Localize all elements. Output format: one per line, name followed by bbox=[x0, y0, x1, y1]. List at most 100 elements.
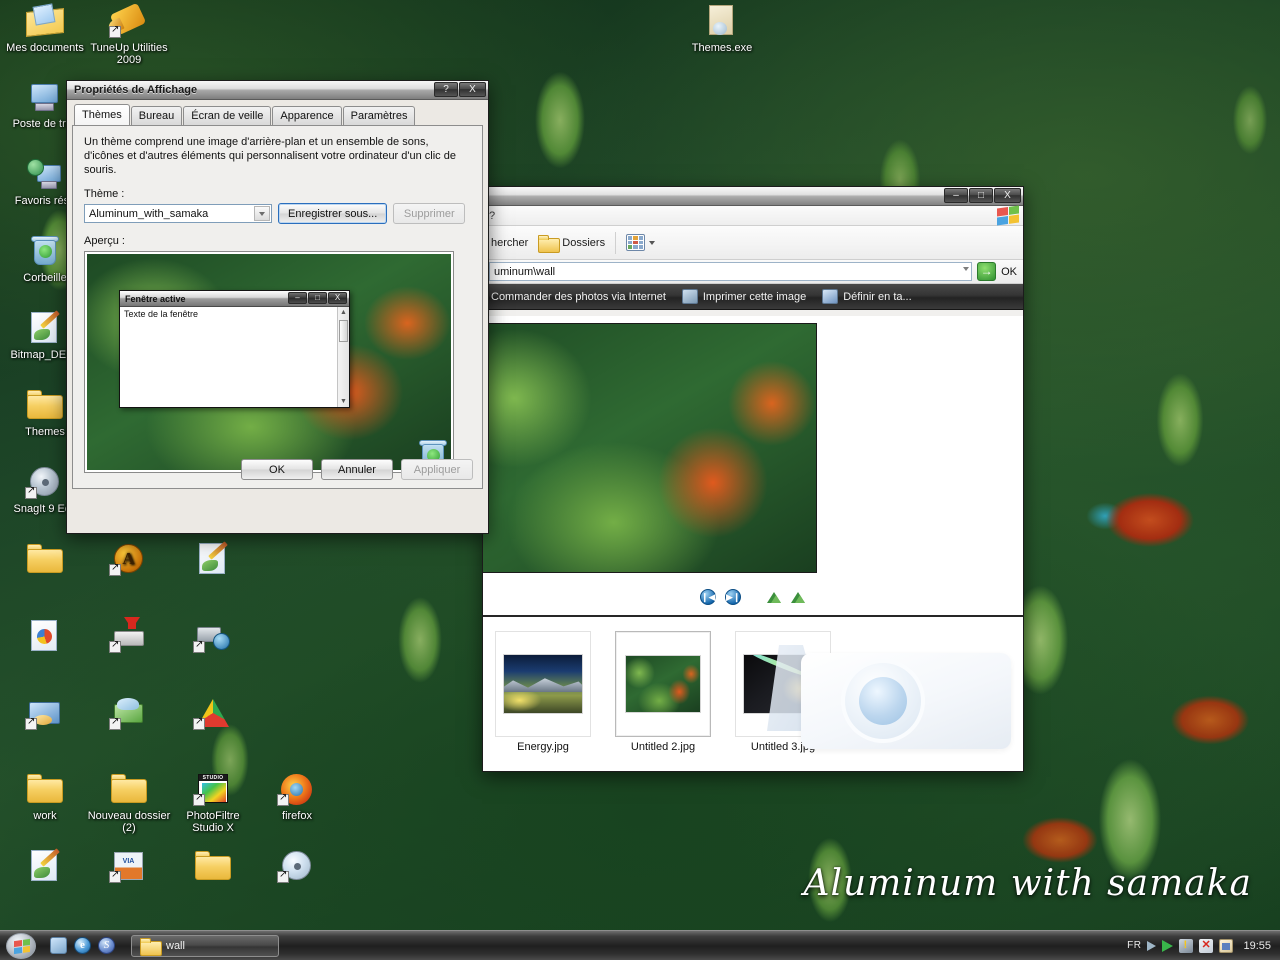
explorer-titlebar[interactable]: – □ X bbox=[483, 187, 1023, 206]
dialog-footer: OK Annuler Appliquer bbox=[241, 459, 473, 480]
desktop-icon-printer-network-icon[interactable] bbox=[170, 617, 256, 657]
shortcut-badge-icon bbox=[25, 716, 37, 730]
save-as-button[interactable]: Enregistrer sous... bbox=[278, 203, 388, 224]
preview-close-icon: X bbox=[328, 292, 347, 304]
explorer-toolbar[interactable]: hercher Dossiers bbox=[483, 226, 1023, 260]
taskpane-item-1[interactable]: Imprimer cette image bbox=[681, 289, 806, 304]
previous-image-button[interactable]: ❙◀ bbox=[700, 589, 716, 605]
desktop-icon-folder-icon[interactable]: Nouveau dossier (2) bbox=[86, 770, 172, 834]
search-button[interactable]: hercher bbox=[491, 237, 528, 249]
chevron-down-icon[interactable] bbox=[963, 267, 970, 271]
maximize-button[interactable]: □ bbox=[969, 188, 993, 203]
thumbnail-item[interactable]: Untitled 3.jpg bbox=[735, 631, 831, 771]
close-button[interactable]: X bbox=[994, 188, 1021, 203]
show-desktop-icon[interactable] bbox=[50, 937, 67, 954]
clock[interactable]: 19:55 bbox=[1243, 940, 1271, 952]
taskpane-item-0[interactable]: Commander des photos via Internet bbox=[491, 291, 666, 303]
ok-button[interactable]: OK bbox=[241, 459, 313, 480]
menu-item-help[interactable]: ? bbox=[489, 210, 495, 222]
preview-maximize-icon: □ bbox=[308, 292, 327, 304]
display-properties-dialog[interactable]: Propriétés de Affichage ? X Thèmes Bureau… bbox=[66, 80, 489, 534]
desktop-icon-firefox-icon[interactable]: firefox bbox=[254, 770, 340, 822]
quick-launch-bar[interactable]: eS bbox=[50, 937, 115, 954]
hidden-arrow-icon[interactable] bbox=[1147, 940, 1157, 951]
desktop-icon-via-driver-icon[interactable] bbox=[86, 847, 172, 887]
desktop-icon-download-manager-icon[interactable] bbox=[86, 617, 172, 657]
desktop-icon-my-documents-icon[interactable]: Mes documents bbox=[2, 2, 88, 54]
folder-icon bbox=[538, 234, 561, 253]
desktop-icon-label: Themes.exe bbox=[691, 42, 753, 54]
folders-button[interactable]: Dossiers bbox=[538, 234, 606, 253]
ok-link[interactable]: OK bbox=[1001, 266, 1017, 278]
taskbar-button-wall[interactable]: wall bbox=[131, 934, 279, 957]
help-button[interactable]: ? bbox=[434, 82, 458, 97]
explorer-menubar[interactable]: ? bbox=[483, 205, 1023, 226]
shortcut-badge-icon bbox=[109, 24, 121, 38]
desktop-icon-tuneup-utilities-icon[interactable]: TuneUp Utilities 2009 bbox=[86, 2, 172, 66]
desktop-icon-image-editor-icon[interactable] bbox=[170, 540, 256, 580]
thumbnail-box[interactable] bbox=[495, 631, 591, 737]
explorer-addressbar[interactable]: uminum\wall → OK bbox=[483, 260, 1023, 284]
chevron-down-icon[interactable] bbox=[649, 240, 656, 245]
dialog-titlebar[interactable]: Propriétés de Affichage ? X bbox=[67, 81, 488, 100]
dictionary-icon[interactable] bbox=[1219, 938, 1234, 953]
tab-bureau[interactable]: Bureau bbox=[130, 106, 183, 125]
folders-label: Dossiers bbox=[562, 236, 606, 249]
cancel-button[interactable]: Annuler bbox=[321, 459, 393, 480]
desktop-icon-image-editor-icon[interactable] bbox=[2, 847, 88, 887]
taskbar[interactable]: eS wall FR 19:55 bbox=[0, 930, 1280, 960]
tab-param-tres[interactable]: Paramètres bbox=[342, 106, 416, 125]
desktop-icon-cd-burner-icon[interactable] bbox=[254, 847, 340, 887]
thumbnail-box[interactable] bbox=[735, 631, 831, 737]
next-image-button[interactable]: ▶❙ bbox=[725, 589, 741, 605]
theme-selected-value: Aluminum_with_samaka bbox=[89, 207, 209, 220]
desktop-icon-triangle-app-icon[interactable] bbox=[170, 694, 256, 734]
system-tray[interactable]: FR 19:55 bbox=[1127, 938, 1280, 953]
task-buttons[interactable]: wall bbox=[131, 934, 279, 957]
close-button[interactable]: X bbox=[459, 82, 486, 97]
desktop-icon-media-card-icon[interactable] bbox=[2, 694, 88, 734]
thumbnail-item[interactable]: Untitled 2.jpg bbox=[615, 631, 711, 771]
tab-cran-de-veille[interactable]: Écran de veille bbox=[183, 106, 272, 125]
thumbnail-strip[interactable]: Energy.jpg Untitled 2.jpg Untitled 3.jpg bbox=[483, 615, 1023, 771]
zoom-out-icon[interactable] bbox=[767, 590, 782, 604]
desktop-icon-presentation-file-icon[interactable] bbox=[2, 617, 88, 657]
desktop-icon-app-a-icon[interactable] bbox=[86, 540, 172, 580]
desktop-icon-folder-icon[interactable] bbox=[170, 847, 256, 887]
thumbnail-box[interactable] bbox=[615, 631, 711, 737]
security-shield-icon[interactable] bbox=[1199, 938, 1214, 953]
zoom-in-icon[interactable] bbox=[791, 590, 806, 604]
desktop-icon-folder-icon[interactable]: work bbox=[2, 770, 88, 822]
image-navigation-bar[interactable]: ❙◀ ▶❙ bbox=[483, 581, 1023, 613]
taskpane-item-2[interactable]: Définir en ta... bbox=[822, 289, 912, 304]
dialog-title: Propriétés de Affichage bbox=[74, 84, 198, 96]
internet-explorer-icon[interactable]: e bbox=[74, 937, 91, 954]
warning-icon[interactable] bbox=[1179, 938, 1194, 953]
dialog-tabs[interactable]: Thèmes Bureau Écran de veille Apparence Para… bbox=[72, 104, 483, 126]
delete-button: Supprimer bbox=[393, 203, 466, 224]
media-play-icon[interactable] bbox=[1162, 939, 1174, 952]
image-preview[interactable] bbox=[483, 323, 817, 573]
tab-th-mes[interactable]: Thèmes bbox=[74, 104, 130, 125]
desktop-icon-fish-box-icon[interactable] bbox=[86, 694, 172, 734]
go-button[interactable]: → bbox=[977, 262, 997, 281]
minimize-button[interactable]: – bbox=[944, 188, 968, 203]
explorer-task-pane[interactable]: Commander des photos via Internet Imprime… bbox=[483, 284, 1023, 310]
language-indicator[interactable]: FR bbox=[1127, 940, 1141, 951]
my-documents-icon bbox=[25, 2, 65, 40]
desktop-icon-photofiltre-studio-icon[interactable]: STUDIOPhotoFiltre Studio X bbox=[170, 770, 256, 834]
desktop-icon-label: TuneUp Utilities 2009 bbox=[90, 42, 168, 66]
skype-icon[interactable]: S bbox=[98, 937, 115, 954]
address-input[interactable]: uminum\wall bbox=[489, 262, 973, 281]
desktop-icon-executable-icon[interactable]: Themes.exe bbox=[679, 2, 765, 54]
desktop-icon-label: PhotoFiltre Studio X bbox=[186, 810, 240, 834]
image-editor-icon bbox=[193, 540, 233, 578]
theme-dropdown[interactable]: Aluminum_with_samaka bbox=[84, 204, 272, 223]
thumbnail-item[interactable]: Energy.jpg bbox=[495, 631, 591, 771]
views-button[interactable] bbox=[626, 234, 656, 251]
chevron-down-icon[interactable] bbox=[254, 206, 270, 221]
desktop-icon-folder-icon[interactable] bbox=[2, 540, 88, 580]
tab-apparence[interactable]: Apparence bbox=[272, 106, 342, 125]
start-button[interactable] bbox=[6, 932, 36, 959]
explorer-window[interactable]: – □ X ? hercher Dossiers uminum\wall → O… bbox=[482, 186, 1024, 772]
